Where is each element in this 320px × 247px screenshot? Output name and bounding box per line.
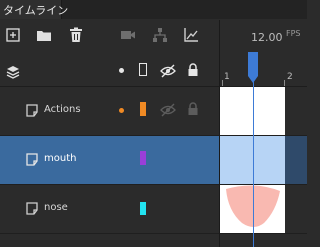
playhead-handle[interactable] [247, 52, 259, 84]
layers-stack-icon[interactable] [6, 64, 20, 83]
ruler-frame-1: 1 [224, 72, 230, 82]
new-folder-button[interactable] [36, 27, 52, 43]
lock-column-icon[interactable] [187, 62, 199, 81]
ruler-frame-2: 2 [287, 72, 293, 82]
ruler-tick-2 [284, 80, 285, 86]
graph-editor-button[interactable] [183, 27, 199, 43]
layer-row-actions[interactable]: Actions [0, 87, 219, 136]
layer-color-swatch[interactable] [140, 102, 146, 116]
outline-column-icon[interactable] [139, 63, 147, 76]
fps-unit-label: FPS [286, 29, 301, 38]
hierarchy-icon [153, 28, 167, 42]
layer-icon [26, 153, 38, 166]
lock-toggle-icon[interactable] [187, 102, 199, 116]
dot-column-icon[interactable] [119, 68, 124, 73]
layer-row-nose[interactable]: nose [0, 185, 219, 234]
layer-icon [26, 202, 38, 215]
layer-name-mouth: mouth [44, 153, 77, 164]
frame-ruler[interactable] [220, 56, 307, 87]
playhead-line [253, 56, 254, 247]
fps-value[interactable]: 12.00 [251, 31, 283, 44]
layer-color-swatch[interactable] [140, 151, 146, 165]
new-layer-button[interactable] [5, 27, 21, 43]
layer-color-swatch[interactable] [140, 202, 146, 215]
tab-timeline[interactable]: タイムライン [0, 0, 68, 19]
camera-icon [121, 31, 135, 39]
folder-icon [37, 31, 51, 41]
new-layer-icon [6, 28, 20, 42]
visibility-toggle-icon[interactable] [160, 103, 176, 117]
panel-divider[interactable] [219, 20, 220, 247]
layer-name-nose: nose [44, 202, 68, 213]
layer-name-actions: Actions [44, 104, 81, 115]
graph-icon [184, 28, 198, 42]
delete-layer-button[interactable] [68, 27, 84, 43]
camera-button[interactable] [120, 27, 136, 43]
hierarchy-button[interactable] [152, 27, 168, 43]
trash-icon [70, 27, 82, 42]
visibility-column-icon[interactable] [160, 63, 176, 82]
ruler-tick-1 [222, 80, 223, 86]
layer-status-dot [119, 108, 124, 113]
layer-icon [26, 104, 38, 117]
tab-timeline-label: タイムライン [3, 4, 69, 17]
layer-row-mouth[interactable]: mouth [0, 136, 219, 185]
